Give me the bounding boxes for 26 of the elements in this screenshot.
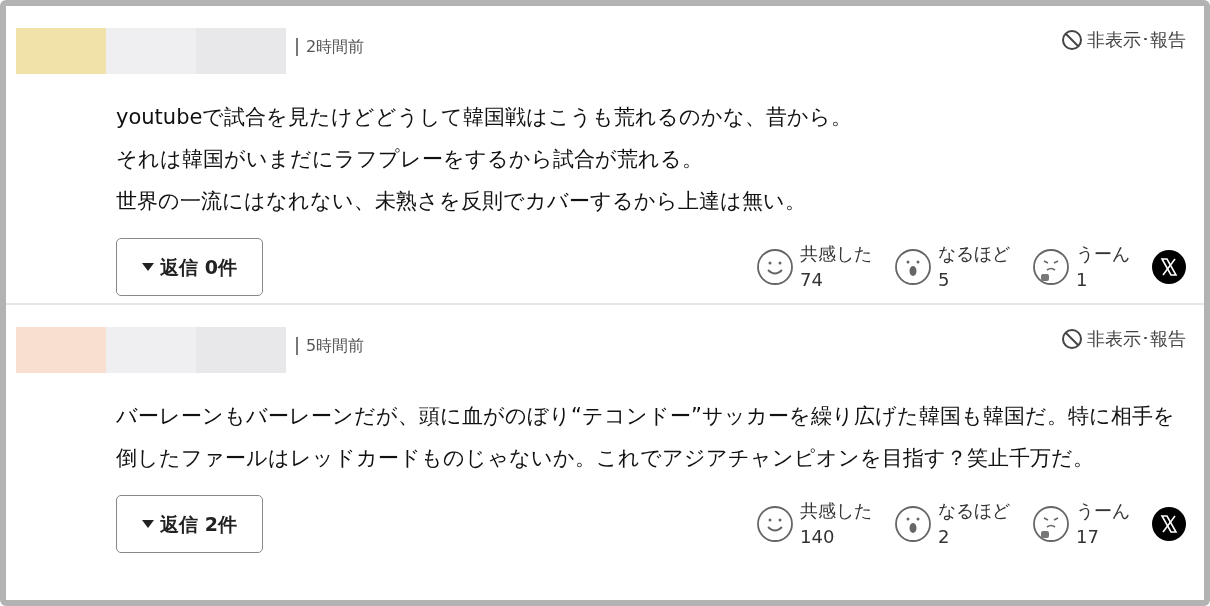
comment-text: youtubeで試合を見たけどどうして韓国戦はこうも荒れるのかな、昔から。 それは韓国がいまだにラフプレーをするから試合が荒れる。 世界の一流にはなれない、未熟さを反則でカバーするから上達は無い。 bbox=[116, 104, 854, 215]
thinking-face-icon[interactable] bbox=[1032, 505, 1070, 543]
hide-report-link[interactable]: 非表示･報告 bbox=[1061, 26, 1186, 53]
post-time: 2時間前 bbox=[296, 38, 365, 56]
replies-button[interactable]: 返信 0件 bbox=[116, 238, 263, 296]
surprised-face-icon[interactable] bbox=[894, 248, 932, 286]
smile-face-icon[interactable] bbox=[756, 248, 794, 286]
caret-icon bbox=[142, 262, 155, 272]
reaction-label: うーん 1 bbox=[1076, 242, 1130, 292]
surprised-face-icon[interactable] bbox=[894, 505, 932, 543]
reaction-label: うーん 17 bbox=[1076, 499, 1130, 549]
smile-face-icon[interactable] bbox=[756, 505, 794, 543]
x-share-icon[interactable] bbox=[1152, 250, 1186, 284]
hide-report-link[interactable]: 非表示･報告 bbox=[1061, 325, 1186, 352]
thinking-face-icon[interactable] bbox=[1032, 248, 1070, 286]
comment-text: バーレーンもバーレーンだが、頭に血がのぼり“テコンドー”サッカーを繰り広げた韓国も韓国だ。特に相手を倒したファールはレッドカードものじゃないか。これでアジアチャンピオンを目指す？笑止千万だ。 bbox=[116, 403, 1176, 472]
reaction-label: 共感した 140 bbox=[800, 499, 872, 549]
replies-button[interactable]: 返信 2件 bbox=[116, 495, 263, 553]
post-time: 5時間前 bbox=[296, 337, 365, 355]
block-icon bbox=[1061, 327, 1083, 350]
caret-icon bbox=[142, 519, 155, 529]
reaction-label: なるほど 2 bbox=[938, 499, 1010, 549]
x-share-icon[interactable] bbox=[1152, 507, 1186, 541]
reaction-label: 共感した 74 bbox=[800, 242, 872, 292]
block-icon bbox=[1061, 28, 1083, 51]
reaction-label: なるほど 5 bbox=[938, 242, 1010, 292]
